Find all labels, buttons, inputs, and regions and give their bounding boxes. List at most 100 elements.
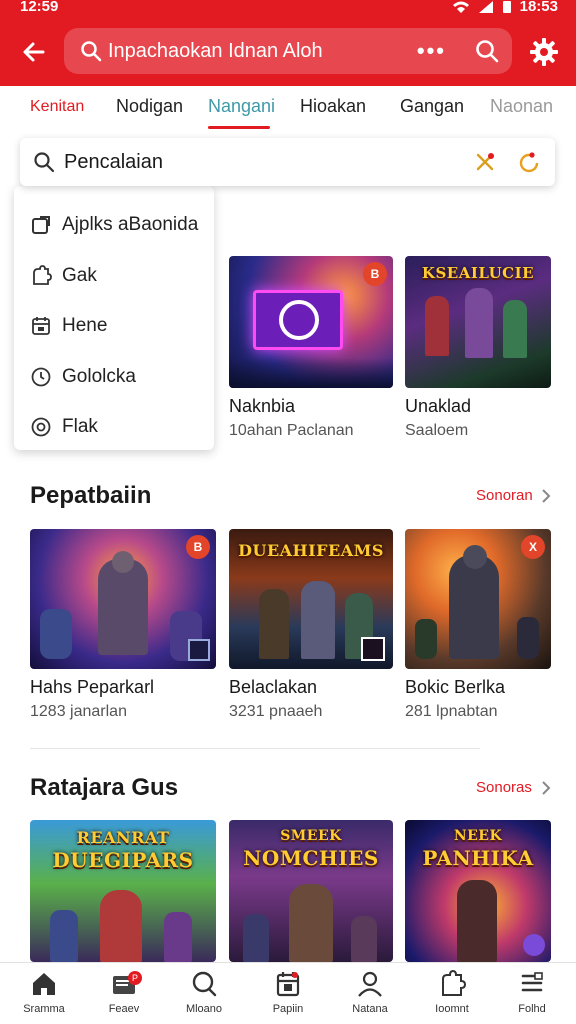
game-art-title: KSEAILUCIE [421, 264, 535, 282]
nav-label: Mloano [185, 1003, 223, 1015]
game-title: Hahs Peparkarl [30, 677, 155, 697]
menu-item-gak[interactable]: Gak [14, 251, 214, 302]
home-icon [33, 973, 55, 995]
back-arrow-icon [23, 42, 45, 62]
nav-item-calendar[interactable]: Papiin [248, 969, 328, 1015]
section-title: Ratajara Gus [30, 774, 179, 801]
game-subtitle: 10ahan Paclanan [229, 422, 354, 439]
chevron-right-icon[interactable] [540, 488, 552, 504]
calendar-icon [276, 972, 300, 997]
status-time-right: 18:53 [519, 0, 558, 15]
see-all-link[interactable]: Sonoras [476, 779, 532, 796]
game-card[interactable]: REANRAT DUEGIPARS [30, 820, 216, 962]
nav-label: Ioomnt [435, 1003, 469, 1015]
game-thumbnail[interactable]: B [30, 529, 216, 669]
active-tab-indicator [208, 126, 270, 129]
calendar-icon [32, 317, 50, 336]
tab-kenitan[interactable]: Kenitan [30, 98, 84, 116]
nav-label: Feaev [108, 1003, 140, 1015]
menu-item-label: Ajplks aBaonida [62, 214, 199, 236]
nav-item-profile[interactable]: Natana [330, 969, 410, 1015]
game-thumbnail[interactable]: B [229, 256, 393, 388]
nav-label: Natana [352, 1003, 388, 1015]
puzzle-icon [33, 264, 52, 285]
search-icon [81, 41, 102, 62]
search-bar[interactable]: Inpachaokan Idnan Aloh ••• [64, 28, 512, 74]
category-tabs: Kenitan Nodigan Nangani Hioakan Gangan N… [0, 86, 576, 134]
target-icon [31, 417, 51, 437]
game-art-title: PANHIKA [422, 846, 534, 870]
menu-item-flak[interactable]: Flak [14, 402, 214, 453]
signal-icon [478, 0, 493, 13]
game-title: Bokic Berlka [405, 677, 506, 697]
nav-label: Folhd [518, 1003, 546, 1015]
game-art-subtitle: NEEK [453, 828, 503, 844]
see-all-link[interactable]: Sonoran [476, 487, 533, 504]
menu-item-hene[interactable]: Hene [14, 301, 214, 352]
nav-label: Sramma [23, 1003, 65, 1015]
menu-item-gololcka[interactable]: Gololcka [14, 352, 214, 403]
search-overlay-input[interactable]: Pencalaian [64, 151, 163, 174]
nav-item-home[interactable]: Sramma [4, 969, 84, 1015]
game-thumbnail[interactable]: SMEEK NOMCHIES [229, 820, 393, 962]
game-card[interactable]: X Bokic Berlka 281 lpnabtan [405, 529, 551, 729]
search-icon [192, 971, 217, 997]
clock-icon [31, 367, 51, 387]
game-thumbnail[interactable]: X [405, 529, 551, 669]
search-submit-icon[interactable] [474, 38, 500, 64]
game-art-title: DUEGIPARS [52, 848, 194, 872]
more-options-button[interactable]: ••• [417, 38, 446, 64]
card-badge: X [521, 535, 545, 559]
nav-item-feed[interactable]: P Feaev [84, 969, 164, 1015]
app-bar: Inpachaokan Idnan Aloh ••• [0, 18, 576, 86]
game-thumbnail[interactable]: NEEK PANHIKA [405, 820, 551, 962]
search-icon [34, 152, 55, 173]
game-subtitle: Saaloem [405, 422, 469, 439]
app-icon [32, 216, 50, 235]
tab-nangani[interactable]: Nangani [208, 96, 275, 117]
menu-item-label: Gololcka [62, 365, 136, 387]
game-thumbnail[interactable]: REANRAT DUEGIPARS [30, 820, 216, 962]
card-badge: B [186, 535, 210, 559]
nav-label: Papiin [272, 1003, 304, 1015]
nav-item-list[interactable]: Folhd [492, 969, 572, 1015]
puzzle-icon [442, 969, 467, 996]
menu-item-apps[interactable]: Ajplks aBaonida [14, 200, 214, 251]
nav-item-games[interactable]: Ioomnt [412, 969, 492, 1015]
wifi-icon [452, 1, 469, 13]
game-card[interactable]: SMEEK NOMCHIES [229, 820, 393, 962]
game-card[interactable]: DUEAHIFEAMS Belaclakan 3231 pnaaeh [229, 529, 393, 729]
back-button[interactable] [14, 32, 54, 72]
menu-item-label: Flak [62, 416, 98, 438]
game-card[interactable]: NEEK PANHIKA [405, 820, 551, 962]
tab-gangan[interactable]: Gangan [400, 96, 464, 117]
status-time: 12:59 [20, 0, 59, 15]
tab-naonan[interactable]: Naonan [490, 96, 553, 117]
game-art-title: DUEAHIFEAMS [238, 541, 384, 560]
notification-badge: P [128, 971, 142, 985]
game-card[interactable]: KSEAILUCIE Unaklad Saaloem [405, 256, 551, 446]
chevron-right-icon[interactable] [540, 780, 552, 796]
tab-hioakan[interactable]: Hioakan [300, 96, 366, 117]
game-title: Belaclakan [229, 677, 318, 697]
game-art-subtitle: REANRAT [76, 828, 170, 847]
game-thumbnail[interactable]: DUEAHIFEAMS [229, 529, 393, 669]
gear-icon[interactable] [528, 36, 560, 68]
game-thumbnail[interactable]: KSEAILUCIE [405, 256, 551, 388]
game-card[interactable]: B Hahs Peparkarl 1283 janarlan [30, 529, 216, 729]
close-icon[interactable] [473, 150, 497, 174]
game-art-title: NOMCHIES [243, 846, 379, 870]
refresh-icon[interactable] [517, 150, 541, 174]
game-title: Unaklad [405, 396, 472, 416]
search-overlay[interactable]: Pencalaian [20, 138, 555, 186]
game-subtitle: 1283 janarlan [30, 703, 127, 720]
game-card[interactable]: B Naknbia 10ahan Paclanan [229, 256, 393, 446]
nav-item-search[interactable]: Mloano [164, 969, 244, 1015]
menu-item-label: Gak [62, 264, 97, 286]
game-art-subtitle: SMEEK [280, 828, 342, 844]
game-title: Naknbia [229, 396, 296, 416]
tab-nodigan[interactable]: Nodigan [116, 96, 183, 117]
battery-icon [502, 0, 511, 13]
dropdown-menu: Ajplks aBaonida Gak Hene Gololcka Flak [14, 186, 214, 450]
game-subtitle: 281 lpnabtan [405, 703, 498, 720]
